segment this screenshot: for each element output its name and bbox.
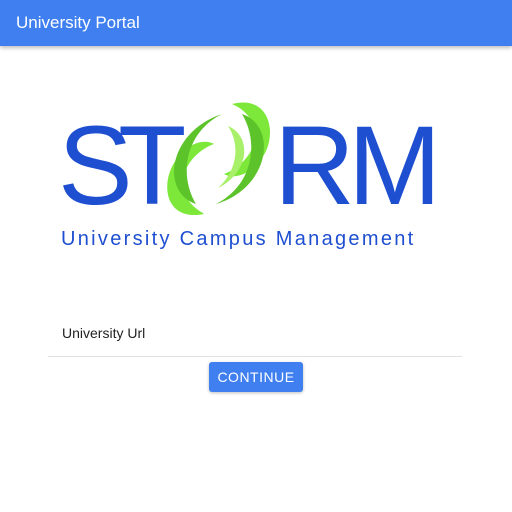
app-bar: University Portal [0, 0, 512, 46]
storm-logo: S T R M University Campus Management [58, 102, 441, 250]
app-title: University Portal [16, 13, 140, 32]
logo-letter-r: R [274, 103, 355, 228]
continue-button[interactable]: CONTINUE [209, 362, 303, 392]
logo-tagline: University Campus Management [61, 228, 416, 250]
university-url-field[interactable] [48, 316, 462, 357]
logo-letter-m: M [348, 103, 441, 228]
university-url-input[interactable] [62, 322, 452, 344]
